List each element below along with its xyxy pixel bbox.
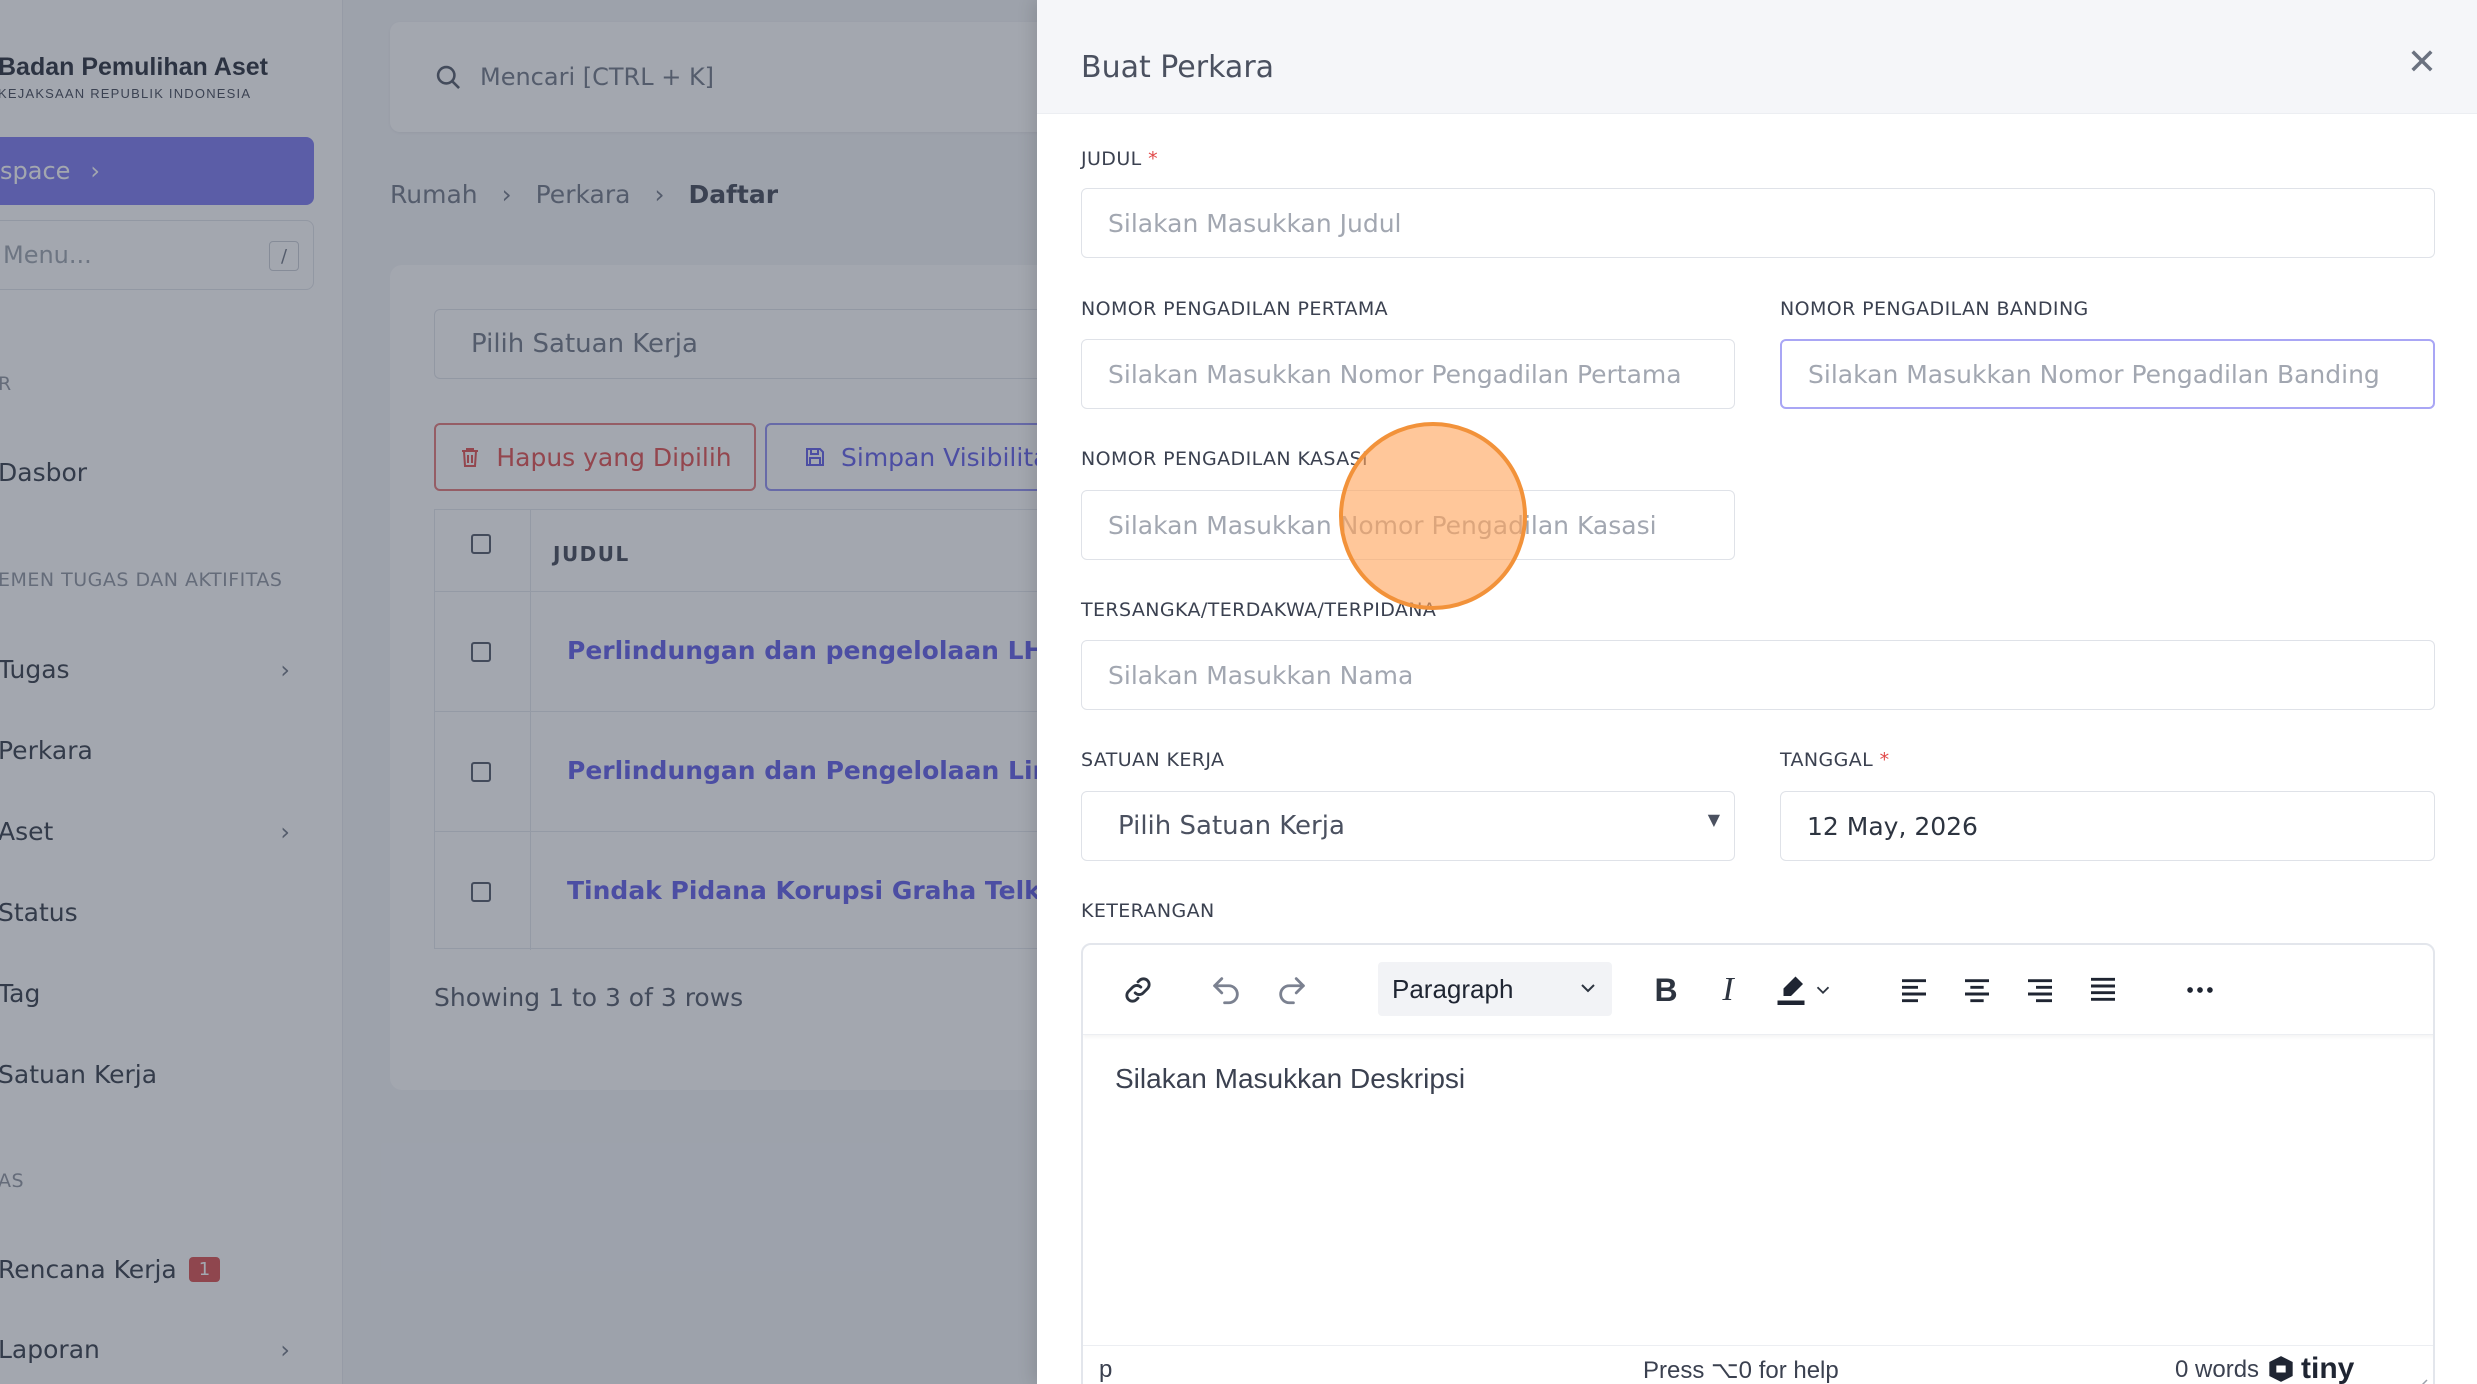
align-center-icon [1965, 979, 1989, 1003]
link-icon [1125, 977, 1151, 1003]
satuan-kerja-select[interactable]: Pilih Satuan Kerja ▼ [1081, 791, 1735, 861]
judul-label-text: JUDUL [1081, 148, 1142, 170]
editor-statusbar: p Press ⌥0 for help 0 words tiny [1083, 1345, 2433, 1384]
nomor-banding-input[interactable] [1780, 339, 2435, 409]
align-justify-icon [2091, 977, 2115, 1001]
tanggal-value: 12 May, 2026 [1807, 811, 1978, 841]
editor-placeholder: Silakan Masukkan Deskripsi [1115, 1063, 1466, 1094]
block-format-value: Paragraph [1392, 973, 1514, 1004]
required-mark: * [1879, 749, 1890, 771]
italic-icon: I [1722, 971, 1734, 1008]
caret-down-icon: ▼ [1707, 810, 1720, 829]
word-count[interactable]: 0 words [2175, 1356, 2259, 1384]
align-left-button[interactable] [1891, 967, 1937, 1013]
judul-label: JUDUL * [1081, 148, 1158, 170]
satuan-kerja-value: Pilih Satuan Kerja [1118, 811, 1345, 841]
align-left-icon [1902, 979, 1926, 1003]
element-path[interactable]: p [1099, 1356, 1112, 1384]
resize-handle-icon[interactable] [2411, 1376, 2429, 1384]
modal-backdrop[interactable] [0, 0, 1037, 1384]
chevron-down-icon [1816, 986, 1830, 995]
editor-content-area[interactable]: Silakan Masukkan Deskripsi [1115, 1063, 1465, 1095]
keterangan-label: KETERANGAN [1081, 900, 1215, 922]
nomor-banding-label: NOMOR PENGADILAN BANDING [1780, 298, 2089, 320]
more-horizontal-icon [2187, 987, 2213, 993]
link-button[interactable] [1115, 967, 1161, 1013]
more-options-button[interactable] [2177, 967, 2223, 1013]
drawer-header: Buat Perkara ✕ [1037, 0, 2477, 114]
rich-text-editor: Paragraph B I Silakan Masukkan Deskripsi… [1081, 943, 2435, 1384]
tanggal-input[interactable]: 12 May, 2026 [1780, 791, 2435, 861]
satuan-kerja-label: SATUAN KERJA [1081, 749, 1225, 771]
undo-button[interactable] [1203, 967, 1249, 1013]
bold-button[interactable]: B [1643, 967, 1689, 1013]
chevron-down-icon [1581, 984, 1595, 993]
align-center-button[interactable] [1954, 967, 2000, 1013]
undo-icon [1213, 977, 1239, 1005]
align-right-icon [2028, 979, 2052, 1003]
tanggal-label-text: TANGGAL [1780, 749, 1874, 771]
tersangka-label: TERSANGKA/TERDAKWA/TERPIDANA [1081, 599, 1437, 621]
tersangka-input[interactable] [1081, 640, 2435, 710]
highlight-color-dropdown[interactable] [1808, 967, 1838, 1013]
nomor-pertama-label: NOMOR PENGADILAN PERTAMA [1081, 298, 1389, 320]
close-icon[interactable]: ✕ [2405, 45, 2439, 81]
redo-icon [1279, 977, 1305, 1005]
click-indicator [1339, 422, 1527, 610]
justify-button[interactable] [2080, 967, 2126, 1013]
bold-icon: B [1654, 971, 1678, 1008]
nomor-kasasi-label: NOMOR PENGADILAN KASASI [1081, 448, 1369, 470]
nomor-pertama-input[interactable] [1081, 339, 1735, 409]
italic-button[interactable]: I [1705, 967, 1751, 1013]
tiny-icon [2269, 1356, 2293, 1382]
redo-button[interactable] [1269, 967, 1315, 1013]
tiny-logo-text: tiny [2301, 1352, 2355, 1384]
editor-toolbar: Paragraph B I [1083, 945, 2433, 1035]
tiny-logo[interactable]: tiny [2267, 1352, 2354, 1384]
create-perkara-drawer: Buat Perkara ✕ JUDUL * NOMOR PENGADILAN … [1037, 0, 2477, 1384]
block-format-select[interactable]: Paragraph [1378, 962, 1612, 1016]
required-mark: * [1148, 148, 1158, 170]
drawer-title: Buat Perkara [1081, 50, 1275, 85]
judul-input[interactable] [1081, 188, 2435, 258]
tanggal-label: TANGGAL * [1780, 749, 1890, 771]
highlight-icon [1777, 976, 1805, 1005]
help-hint: Press ⌥0 for help [1643, 1357, 1839, 1384]
align-right-button[interactable] [2017, 967, 2063, 1013]
